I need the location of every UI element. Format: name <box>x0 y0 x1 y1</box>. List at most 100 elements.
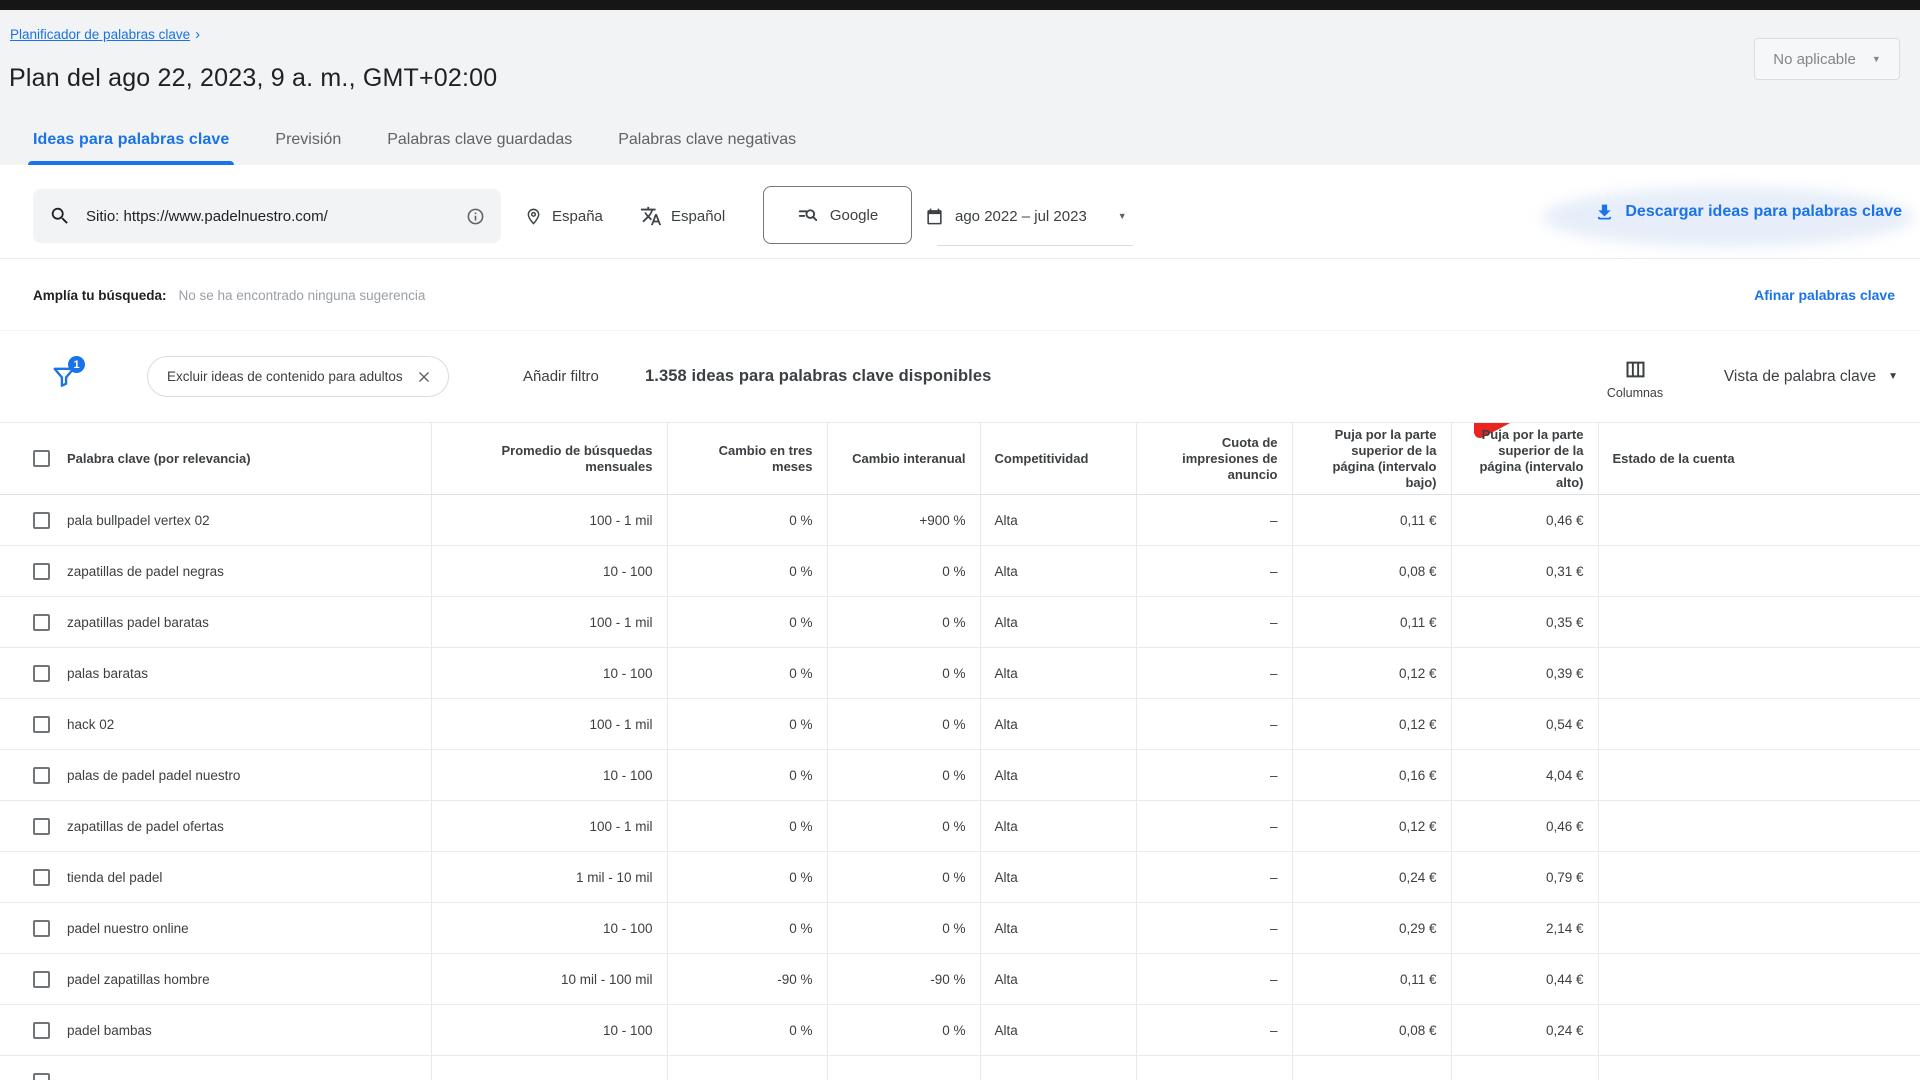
row-checkbox[interactable] <box>33 767 50 784</box>
breadcrumb[interactable]: Planificador de palabras clave › <box>10 26 200 43</box>
metric-cell-4 <box>980 1056 1136 1080</box>
metric-cell-7: 0,24 € <box>1451 1005 1598 1056</box>
row-checkbox[interactable] <box>33 665 50 682</box>
search-icon <box>49 205 71 227</box>
metric-cell-6: 0,08 € <box>1292 546 1451 597</box>
column-header-7[interactable]: Puja por la parte superior de la página … <box>1451 423 1598 495</box>
filter-funnel-button[interactable]: 1 <box>50 358 82 392</box>
column-header-5[interactable]: Cuota de impresiones de anuncio <box>1136 423 1292 495</box>
column-header-1[interactable]: Promedio de búsquedas mensuales <box>431 423 667 495</box>
metric-cell-7: 0,39 € <box>1451 648 1598 699</box>
table-row: zapatillas de padel ofertas100 - 1 mil0 … <box>0 801 1920 852</box>
column-header-6[interactable]: Puja por la parte superior de la página … <box>1292 423 1451 495</box>
row-checkbox[interactable] <box>33 512 50 529</box>
metric-cell-1: 10 - 100 <box>431 648 667 699</box>
table-row: palas baratas10 - 1000 %0 %Alta–0,12 €0,… <box>0 648 1920 699</box>
metric-cell-3: 0 % <box>827 1005 980 1056</box>
metric-cell-4: Alta <box>980 954 1136 1005</box>
row-checkbox[interactable] <box>33 818 50 835</box>
tab-negative-keywords[interactable]: Palabras clave negativas <box>595 115 819 165</box>
metric-cell-3: -90 % <box>827 954 980 1005</box>
metric-cell-6: 0,12 € <box>1292 801 1451 852</box>
column-header-4[interactable]: Competitividad <box>980 423 1136 495</box>
location-selector[interactable]: España <box>524 189 603 243</box>
download-keyword-ideas-button[interactable]: Descargar ideas para palabras clave <box>1594 165 1902 259</box>
tab-keyword-ideas[interactable]: Ideas para palabras clave <box>10 115 252 165</box>
row-checkbox[interactable] <box>33 563 50 580</box>
metric-cell-4: Alta <box>980 699 1136 750</box>
row-checkbox[interactable] <box>33 920 50 937</box>
tab-saved-keywords[interactable]: Palabras clave guardadas <box>364 115 595 165</box>
add-filter-button[interactable]: Añadir filtro <box>523 331 599 422</box>
column-header-8[interactable]: Estado de la cuenta <box>1598 423 1920 495</box>
metric-cell-8 <box>1598 699 1920 750</box>
metric-cell-4: Alta <box>980 597 1136 648</box>
refine-keywords-link[interactable]: Afinar palabras clave <box>1754 259 1895 331</box>
keyword-cell: padel bambas <box>67 1023 152 1038</box>
keyword-view-selector[interactable]: Vista de palabra clave ▼ <box>1724 331 1898 422</box>
breadcrumb-link[interactable]: Planificador de palabras clave <box>10 27 190 42</box>
language-selector[interactable]: Español <box>640 189 725 243</box>
row-checkbox[interactable] <box>33 869 50 886</box>
keyword-cell: hack 02 <box>67 717 114 732</box>
row-checkbox[interactable] <box>33 971 50 988</box>
metric-cell-6: 0,16 € <box>1292 750 1451 801</box>
filter-count-badge: 1 <box>68 356 85 373</box>
tab-forecast[interactable]: Previsión <box>252 115 364 165</box>
metric-cell-1: 10 - 100 <box>431 1005 667 1056</box>
row-checkbox[interactable] <box>33 1022 50 1039</box>
columns-label: Columnas <box>1607 386 1663 400</box>
metric-cell-3: 0 % <box>827 546 980 597</box>
metric-cell-1: 10 mil - 100 mil <box>431 954 667 1005</box>
keyword-cell: padel nuestro online <box>67 921 189 936</box>
row-checkbox[interactable] <box>33 716 50 733</box>
close-icon[interactable] <box>417 370 431 384</box>
info-icon[interactable] <box>466 207 485 226</box>
metric-cell-1 <box>431 1056 667 1080</box>
column-header-2[interactable]: Cambio en tres meses <box>667 423 827 495</box>
metric-cell-5: – <box>1136 903 1292 954</box>
metric-cell-1: 10 - 100 <box>431 546 667 597</box>
column-header-0[interactable]: Palabra clave (por relevancia) <box>0 423 431 495</box>
network-selector[interactable]: Google <box>763 186 912 244</box>
metric-cell-8 <box>1598 1056 1920 1080</box>
broaden-search-label: Amplía tu búsqueda: <box>33 288 167 303</box>
metric-cell-3: 0 % <box>827 648 980 699</box>
filter-bar: 1 Excluir ideas de contenido para adulto… <box>0 331 1920 422</box>
table-row: tienda del padel1 mil - 10 mil0 %0 %Alta… <box>0 852 1920 903</box>
adult-content-filter-chip[interactable]: Excluir ideas de contenido para adultos <box>147 356 449 397</box>
metric-cell-5: – <box>1136 852 1292 903</box>
metric-cell-7: 0,46 € <box>1451 495 1598 546</box>
metric-cell-5 <box>1136 1056 1292 1080</box>
status-dropdown[interactable]: No aplicable ▼ <box>1754 38 1900 80</box>
row-checkbox[interactable] <box>33 1073 50 1080</box>
columns-button[interactable]: Columnas <box>1595 345 1675 411</box>
select-all-checkbox[interactable] <box>33 450 50 467</box>
metric-cell-3: 0 % <box>827 699 980 750</box>
site-search-input[interactable]: Sitio: https://www.padelnuestro.com/ <box>33 189 501 243</box>
row-checkbox[interactable] <box>33 614 50 631</box>
metric-cell-3: 0 % <box>827 750 980 801</box>
metric-cell-2: 0 % <box>667 495 827 546</box>
download-label: Descargar ideas para palabras clave <box>1625 203 1902 221</box>
metric-cell-2 <box>667 1056 827 1080</box>
metric-cell-5: – <box>1136 648 1292 699</box>
metric-cell-2: 0 % <box>667 546 827 597</box>
metric-cell-1: 10 - 100 <box>431 903 667 954</box>
metric-cell-2: 0 % <box>667 903 827 954</box>
metric-cell-5: – <box>1136 1005 1292 1056</box>
date-range-selector[interactable]: ago 2022 – jul 2023 ▼ <box>925 189 1127 243</box>
download-icon <box>1594 202 1615 223</box>
metric-cell-1: 100 - 1 mil <box>431 495 667 546</box>
metric-cell-5: – <box>1136 750 1292 801</box>
keyword-cell: zapatillas de padel ofertas <box>67 819 224 834</box>
metric-cell-8 <box>1598 801 1920 852</box>
column-header-3[interactable]: Cambio interanual <box>827 423 980 495</box>
metric-cell-7: 4,04 € <box>1451 750 1598 801</box>
metric-cell-8 <box>1598 750 1920 801</box>
metric-cell-2: 0 % <box>667 648 827 699</box>
keyword-cell: tienda del padel <box>67 870 162 885</box>
metric-cell-2: 0 % <box>667 750 827 801</box>
metric-cell-8 <box>1598 954 1920 1005</box>
metric-cell-6: 0,12 € <box>1292 648 1451 699</box>
